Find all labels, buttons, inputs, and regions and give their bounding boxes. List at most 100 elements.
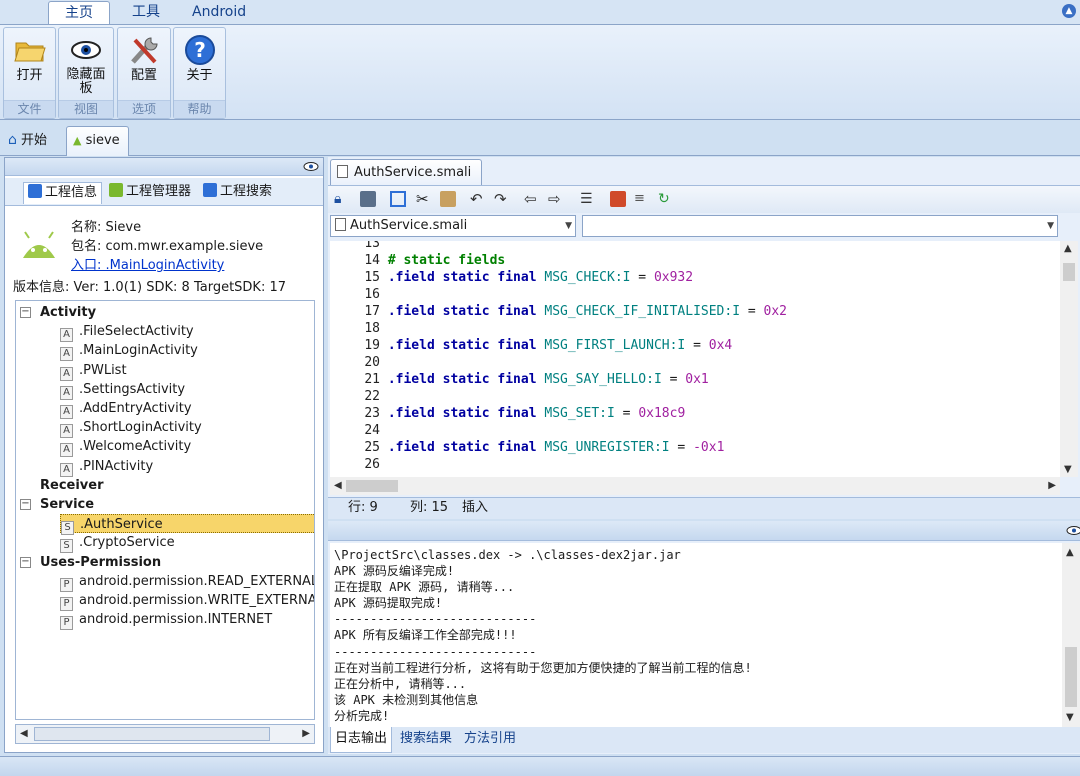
tab-project-info[interactable]: 工程信息 [23,182,103,204]
scrollbar-thumb[interactable] [34,727,270,741]
tree-category-activity[interactable]: − Activity [16,303,96,322]
tab-tools[interactable]: 工具 [116,1,176,25]
collapse-icon[interactable]: − [20,499,31,510]
tree-item[interactable]: S .AuthService [60,514,314,536]
collapse-icon[interactable]: − [20,556,31,568]
tab-search-results[interactable]: 搜索结果 [396,727,456,753]
tree-item[interactable]: Pandroid.permission.WRITE_EXTERNA [60,591,314,611]
tree-item[interactable]: A .WelcomeActivity [60,437,191,458]
editor-tab[interactable]: AuthService.smali [330,159,483,185]
tree-category-uses-permission[interactable]: − Uses-Permission [16,553,161,572]
editor-vertical-scrollbar[interactable]: ▲ ▼ [1060,241,1078,477]
redo-icon[interactable]: ↷ [494,191,510,207]
group-label-view: 视图 [59,100,113,118]
status-mode: 插入 [462,500,489,515]
lock-icon[interactable]: 🔒︎ [334,191,350,207]
log-panel: \ProjectSrc\classes.dex -> .\classes-dex… [328,521,1080,754]
back-icon[interactable]: ⇦ [524,191,540,207]
line-number: 26 [364,457,380,472]
tab-android[interactable]: Android [176,1,262,25]
cut-icon[interactable]: ✂ [416,191,432,207]
scrollbar-thumb[interactable] [1065,647,1077,707]
scroll-down-icon[interactable]: ▼ [1064,464,1072,475]
forward-icon[interactable]: ⇨ [548,191,564,207]
editor-horizontal-scrollbar[interactable]: ◀ ▶ [330,477,1060,495]
format-icon[interactable]: ☰ [580,191,596,207]
line-number: 20 [364,355,380,370]
tab-log-output[interactable]: 日志输出 [330,727,393,753]
group-help: ? 关于 帮助 [173,27,226,119]
tab-project-manager[interactable]: 工程管理器 [105,182,195,204]
scroll-right-icon[interactable]: ▶ [1048,480,1056,491]
tree-item[interactable]: Pandroid.permission.INTERNET [60,610,272,631]
collapse-icon[interactable]: − [20,307,31,318]
open-button[interactable]: 打开 [4,28,55,102]
scroll-left-icon[interactable]: ◀ [334,480,342,491]
entry-link[interactable]: 入口: .MainLoginActivity [71,254,224,273]
tree-item[interactable]: A .MainLoginActivity [60,341,198,362]
tree-category-service[interactable]: − Service [16,495,94,514]
file-select[interactable]: AuthService.smali ▼ [330,215,576,237]
tree-category-receiver[interactable]: Receiver [16,476,104,495]
list-icon[interactable]: ≡ [634,191,650,207]
scrollbar-thumb[interactable] [346,480,398,492]
config-button[interactable]: 配置 [118,28,170,102]
field-value: 0x4 [708,338,733,353]
tree-item[interactable]: A .PWList [60,361,127,381]
status-row: 行: 9 [348,500,378,515]
ribbon-help-icon[interactable]: ▲ [1062,4,1076,18]
scroll-left-icon[interactable]: ◀ [20,728,28,739]
class-icon: A [60,366,73,381]
code-line: 21 .field static final MSG_SAY_HELLO:I =… [330,371,708,388]
log-line: APK 所有反编译工作全部完成!!! [334,628,517,643]
tree-item[interactable]: A .SettingsActivity [60,380,185,400]
tree-item[interactable]: S .CryptoService [60,533,175,554]
hide-panel-button[interactable]: 隐藏面板 [59,28,113,102]
field-name: MSG_UNREGISTER:I [544,440,670,455]
about-label: 关于 [186,68,213,83]
scroll-right-icon[interactable]: ▶ [302,728,310,739]
tab-home[interactable]: 主页 [48,1,110,25]
scrollbar-thumb[interactable] [1063,263,1075,281]
tab-project-search[interactable]: 工程搜索 [199,182,276,204]
panel-header [5,158,323,176]
java-icon[interactable] [610,191,626,207]
folder-open-icon [13,42,46,62]
scroll-down-icon[interactable]: ▼ [1066,712,1074,723]
svg-text:?: ? [194,38,206,62]
copy-icon[interactable] [390,191,406,207]
undo-icon[interactable]: ↶ [470,191,486,207]
tab-project-manager-label: 工程管理器 [126,184,192,199]
version-info: 版本信息: Ver: 1.0(1) SDK: 8 TargetSDK: 17 [13,280,287,295]
scroll-up-icon[interactable]: ▲ [1064,243,1072,254]
run-icon[interactable]: ↻ [658,191,674,207]
tab-method-references[interactable]: 方法引用 [460,727,520,753]
ribbon: 打开 文件 隐藏面板 视图 配置 选项 ? 关于 帮助 [0,24,1080,120]
tree-item[interactable]: Pandroid.permission.READ_EXTERNAL [60,572,314,592]
editor-tab-label: AuthService.smali [354,165,472,180]
scroll-up-icon[interactable]: ▲ [1066,547,1074,558]
save-icon[interactable] [360,191,376,207]
tree-horizontal-scrollbar[interactable]: ◀ ▶ [15,724,315,744]
log-output[interactable]: \ProjectSrc\classes.dex -> .\classes-dex… [330,543,1062,727]
tab-start[interactable]: ⌂ 开始 [2,126,55,156]
line-number: 16 [364,287,380,302]
file-icon [335,218,346,231]
log-vertical-scrollbar[interactable]: ▲ ▼ [1062,543,1080,727]
editor-toolbar: 🔒︎ ✂ ↶ ↷ ⇦ ⇨ ☰ ≡ ↻ [328,185,1080,213]
tree-item[interactable]: A .PINActivity [60,457,153,477]
tree-item[interactable]: A .FileSelectActivity [60,322,194,343]
name-value: Sieve [105,220,142,235]
eye-icon[interactable] [303,161,319,172]
eye-icon[interactable] [1066,525,1080,536]
code-line: 15 .field static final MSG_CHECK:I = 0x9… [330,269,693,286]
paste-icon[interactable] [440,191,456,207]
code-area[interactable]: 13 14 # static fields 15 .field static fi… [330,241,1060,477]
tree-item-label: .AddEntryActivity [79,401,192,416]
member-select[interactable]: ▼ [582,215,1058,237]
tree-item[interactable]: A .ShortLoginActivity [60,418,202,439]
log-line: APK 源码提取完成! [334,596,443,611]
tree-item[interactable]: A .AddEntryActivity [60,399,192,419]
about-button[interactable]: ? 关于 [174,28,225,102]
tab-sieve[interactable]: ▲ sieve [66,126,129,156]
